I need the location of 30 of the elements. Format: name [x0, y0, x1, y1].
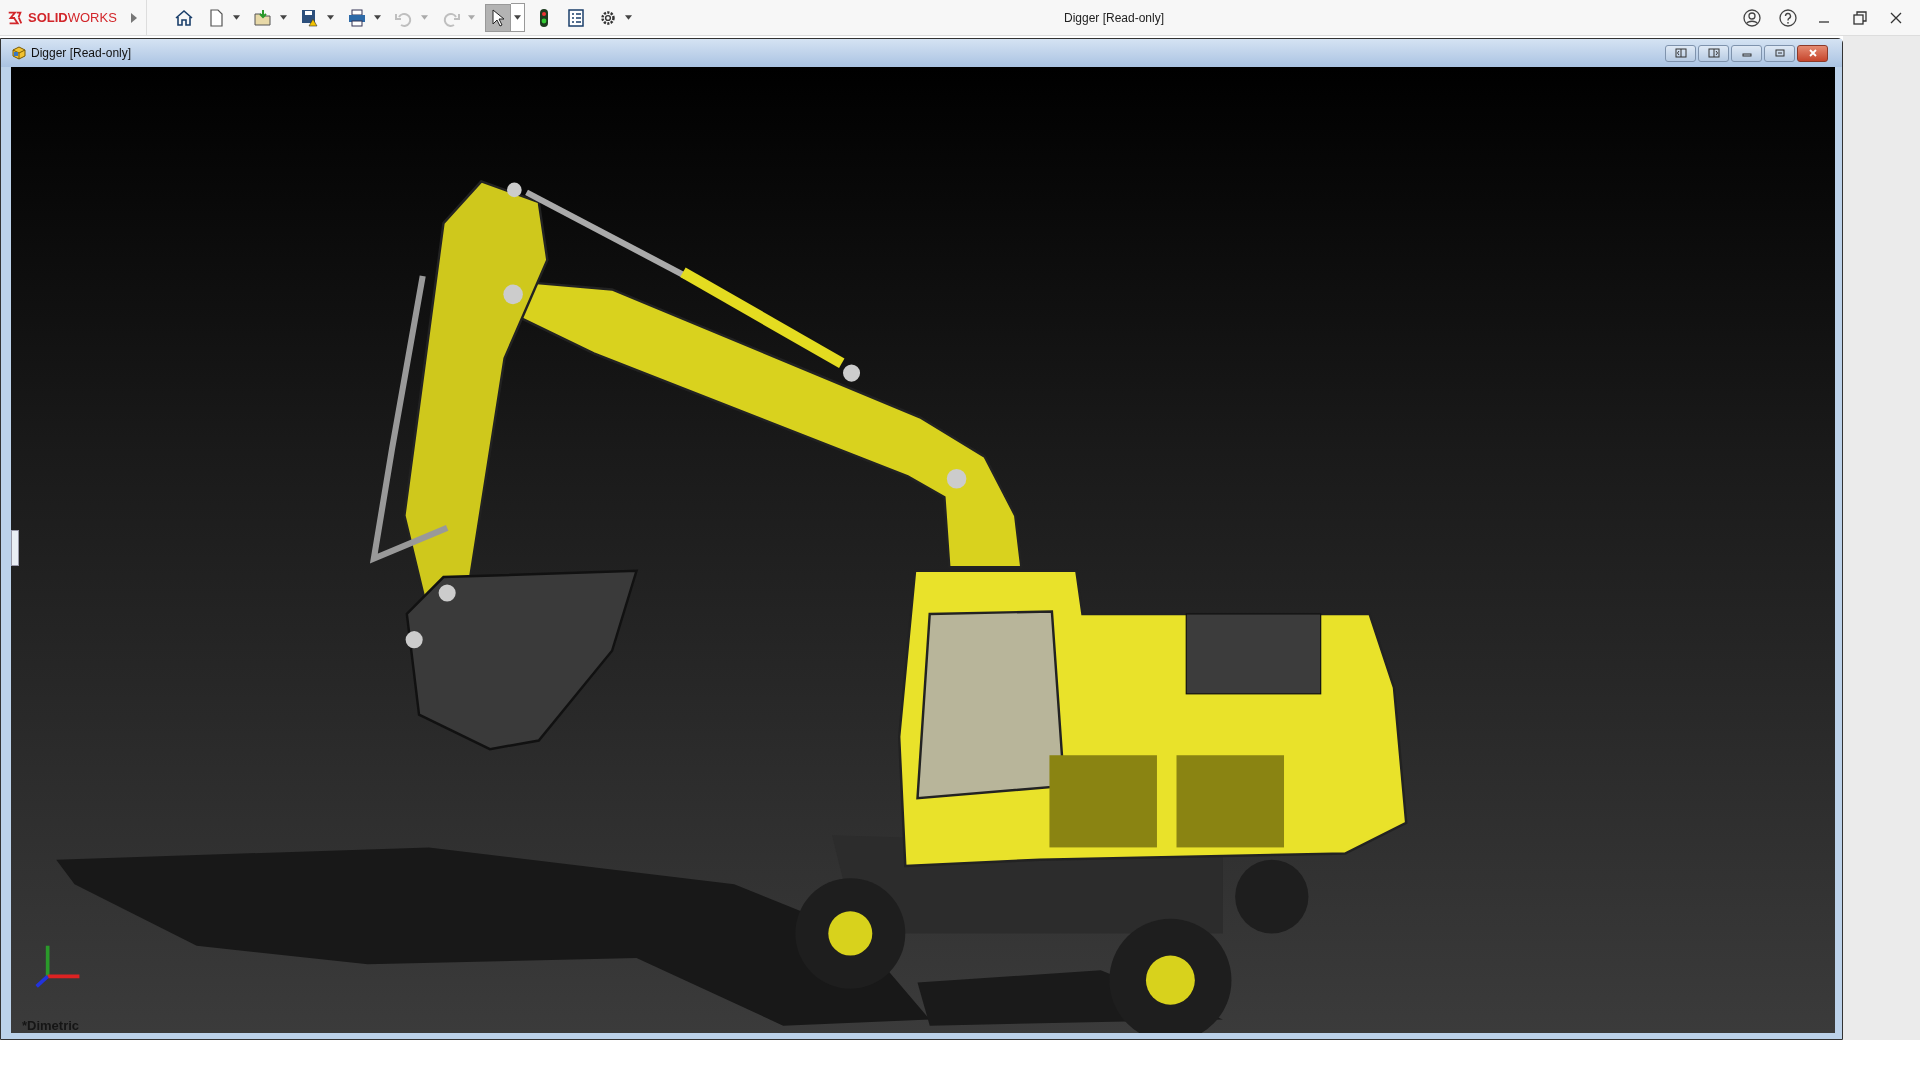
close-button[interactable]: [1797, 44, 1828, 62]
minimize-button[interactable]: [1731, 44, 1762, 62]
tile-left-icon: [1674, 48, 1687, 58]
printer-icon: [347, 7, 367, 28]
window-title: Digger [Read-only]: [1063, 10, 1165, 25]
axis-triad-icon: [35, 945, 80, 988]
panel-handle[interactable]: [11, 530, 19, 566]
tile-right-button[interactable]: [1698, 44, 1729, 62]
select-button[interactable]: [485, 3, 511, 32]
dropdown-caret-icon[interactable]: [327, 15, 334, 20]
tile-right-icon: [1707, 48, 1720, 58]
close-icon: [1806, 48, 1819, 58]
tile-left-button[interactable]: [1665, 44, 1696, 62]
expand-arrow-icon[interactable]: [130, 12, 137, 23]
assembly-icon: [11, 45, 27, 61]
maximize-button[interactable]: [1764, 44, 1795, 62]
document-title: Digger [Read-only]: [31, 46, 133, 60]
dropdown-caret-icon[interactable]: [625, 15, 632, 20]
dropdown-caret-icon[interactable]: [511, 3, 525, 32]
dropdown-caret-icon[interactable]: [233, 15, 240, 20]
folder-icon: [253, 7, 273, 28]
account-icon[interactable]: [1742, 7, 1762, 28]
floppy-disk-icon: [300, 7, 320, 28]
help-icon[interactable]: [1778, 7, 1798, 28]
dropdown-caret-icon[interactable]: [374, 15, 381, 20]
app-logo: SOLIDWORKS: [28, 10, 117, 25]
dropdown-caret-icon[interactable]: [280, 15, 287, 20]
home-icon: [174, 7, 194, 28]
list-icon: [566, 7, 586, 28]
maximize-icon: [1773, 48, 1786, 58]
